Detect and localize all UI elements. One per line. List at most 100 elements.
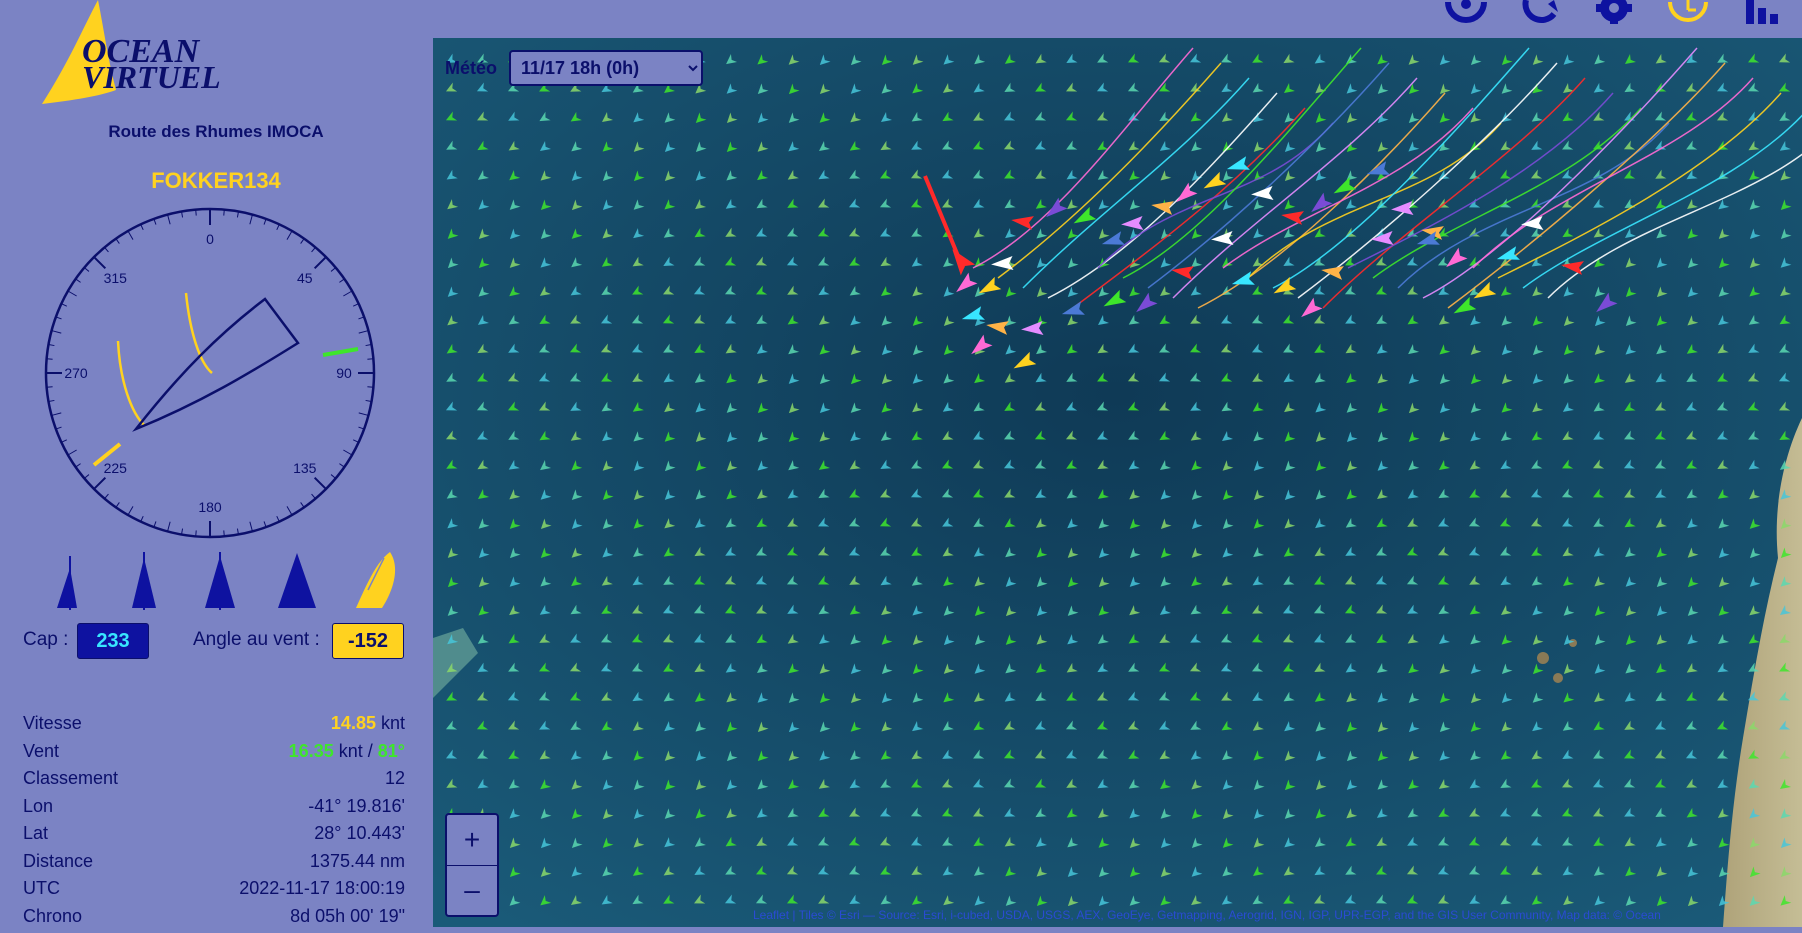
compass-tick bbox=[359, 413, 369, 416]
staysail-icon[interactable] bbox=[195, 548, 245, 613]
classement-label: Classement bbox=[23, 768, 118, 789]
compass-tick bbox=[61, 440, 66, 443]
info-row-vitesse: Vitesse 14.85 knt bbox=[23, 713, 405, 741]
compass-tick bbox=[61, 304, 66, 307]
compass-tick bbox=[84, 475, 89, 479]
heading-controls: Cap : 233 Angle au vent : -152 bbox=[23, 623, 405, 659]
refresh-icon[interactable] bbox=[1518, 0, 1562, 30]
chrono-label: Chrono bbox=[23, 906, 82, 927]
sail-selector bbox=[40, 548, 400, 613]
compass-tick bbox=[141, 516, 144, 521]
compass-tick bbox=[128, 231, 133, 240]
vent-label: Vent bbox=[23, 741, 59, 762]
zoom-in-button[interactable]: + bbox=[447, 815, 497, 866]
info-row-lat: Lat 28° 10.443' bbox=[23, 823, 405, 851]
compass-tick bbox=[196, 210, 197, 216]
code-zero-sail-icon[interactable] bbox=[350, 548, 400, 613]
chrono-value: 8d 05h 00' 19" bbox=[290, 906, 405, 927]
clock-icon[interactable] bbox=[1666, 0, 1710, 30]
utc-label: UTC bbox=[23, 878, 60, 899]
lon-value: -41° 19.816' bbox=[308, 796, 405, 817]
compass-dial[interactable]: 04590135180225270315 bbox=[40, 203, 380, 543]
compass-tick bbox=[277, 224, 280, 229]
meteo-time-select[interactable]: 11/17 18h (0h) bbox=[509, 50, 703, 86]
compass-tick bbox=[301, 239, 304, 244]
lon-label: Lon bbox=[23, 796, 53, 817]
info-row-chrono: Chrono 8d 05h 00' 19" bbox=[23, 906, 405, 933]
cape-verde-island bbox=[1537, 652, 1549, 664]
compass-tick bbox=[116, 239, 119, 244]
compass-tick bbox=[224, 210, 225, 216]
compass-tick bbox=[76, 464, 81, 467]
distance-value: 1375.44 nm bbox=[310, 851, 405, 872]
race-name: Route des Rhumes IMOCA bbox=[0, 122, 432, 142]
compass-tick bbox=[312, 247, 316, 252]
race-map[interactable]: Météo 11/17 18h (0h) + – Leaflet | Tiles… bbox=[433, 38, 1802, 927]
boat-name: FOKKER134 bbox=[0, 168, 432, 194]
compass-tick bbox=[52, 413, 62, 416]
compass-tick bbox=[343, 291, 352, 296]
compass-tick bbox=[128, 506, 133, 515]
lat-label: Lat bbox=[23, 823, 48, 844]
compass-tick bbox=[277, 516, 280, 521]
target-icon[interactable] bbox=[1444, 0, 1488, 30]
compass-tick bbox=[76, 279, 81, 282]
compass-label: 180 bbox=[198, 499, 222, 515]
compass-label: 315 bbox=[104, 270, 128, 286]
compass-tick bbox=[301, 502, 304, 507]
vent-dir: 81° bbox=[378, 741, 405, 761]
ranking-icon[interactable] bbox=[1740, 0, 1784, 30]
twa-input[interactable]: -152 bbox=[332, 623, 404, 659]
compass-tick bbox=[52, 331, 62, 334]
vent-unit: knt / bbox=[339, 741, 373, 761]
cap-input[interactable]: 233 bbox=[77, 623, 149, 659]
boat-hull bbox=[136, 299, 298, 429]
compass-tick bbox=[168, 522, 171, 532]
distance-label: Distance bbox=[23, 851, 93, 872]
ocean-virtuel-logo[interactable]: OCEAN VIRTUEL bbox=[20, 0, 260, 110]
vitesse-label: Vitesse bbox=[23, 713, 82, 734]
polar-curve-left bbox=[118, 341, 144, 425]
map-attribution[interactable]: Leaflet | Tiles © Esri — Source: Esri, i… bbox=[753, 908, 1661, 922]
zoom-out-button[interactable]: – bbox=[447, 865, 497, 915]
cap-label: Cap : bbox=[23, 629, 68, 651]
compass-tick bbox=[367, 359, 373, 360]
compass-svg: 04590135180225270315 bbox=[40, 203, 380, 543]
classement-value: 12 bbox=[385, 768, 405, 789]
compass-tick bbox=[353, 304, 358, 307]
compass-tick bbox=[94, 478, 105, 489]
compass-tick bbox=[367, 387, 373, 388]
compass-tick bbox=[224, 530, 225, 536]
compass-tick bbox=[343, 450, 352, 455]
compass-tick bbox=[250, 522, 253, 532]
top-toolbar bbox=[432, 0, 1802, 38]
compass-tick bbox=[116, 502, 119, 507]
cape-verde-island bbox=[1569, 639, 1577, 647]
info-row-utc: UTC 2022-11-17 18:00:19 bbox=[23, 878, 405, 906]
compass-tick bbox=[339, 464, 344, 467]
compass-tick bbox=[287, 506, 292, 515]
twa-label: Angle au vent : bbox=[193, 629, 320, 651]
compass-tick bbox=[315, 257, 326, 268]
lat-value: 28° 10.443' bbox=[314, 823, 405, 844]
compass-tick bbox=[196, 530, 197, 536]
compass-tick bbox=[105, 494, 109, 499]
compass-label: 0 bbox=[206, 231, 214, 247]
ocean-background bbox=[433, 38, 1802, 927]
compass-tick bbox=[331, 268, 336, 272]
utc-value: 2022-11-17 18:00:19 bbox=[239, 878, 405, 899]
compass-tick bbox=[315, 478, 326, 489]
compass-label: 135 bbox=[293, 460, 317, 476]
compass-label: 90 bbox=[336, 365, 352, 381]
info-row-lon: Lon -41° 19.816' bbox=[23, 796, 405, 824]
compass-tick bbox=[339, 279, 344, 282]
jib-sail-icon[interactable] bbox=[42, 548, 92, 613]
spinnaker-sail-icon[interactable] bbox=[272, 548, 322, 613]
compass-tick bbox=[359, 331, 369, 334]
compass-tick bbox=[47, 387, 53, 388]
logo-line2: VIRTUEL bbox=[82, 59, 221, 95]
vitesse-value: 14.85 bbox=[331, 713, 376, 733]
gear-icon[interactable] bbox=[1592, 0, 1636, 30]
compass-tick bbox=[84, 268, 89, 272]
genoa-sail-icon[interactable] bbox=[118, 548, 168, 613]
